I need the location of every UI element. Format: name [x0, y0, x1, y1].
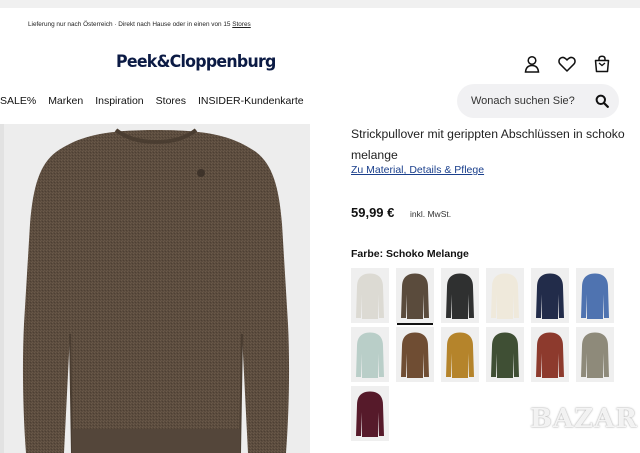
color-swatch[interactable]	[486, 268, 524, 323]
swatch-sweater-image	[401, 273, 429, 319]
swatch-sweater-image	[581, 332, 609, 378]
watermark-logo: BAZAR	[530, 404, 638, 434]
nav-item-marken[interactable]: Marken	[48, 95, 83, 107]
search-icon[interactable]	[595, 94, 609, 108]
nav-item-insider[interactable]: INSIDER-Kundenkarte	[198, 95, 304, 107]
swatch-sweater-image	[491, 273, 519, 319]
swatch-sweater-image	[356, 273, 384, 319]
stores-link[interactable]: Stores	[232, 21, 250, 28]
product-title: Strickpullover mit gerippten Abschlüssen…	[351, 127, 625, 162]
color-swatch[interactable]	[396, 268, 434, 325]
nav-item-sale[interactable]: SALE%	[0, 95, 36, 107]
sweater-image	[22, 128, 290, 453]
nav-item-stores[interactable]: Stores	[156, 95, 186, 107]
color-swatch[interactable]	[576, 268, 614, 323]
shipping-note: Lieferung nur nach Österreich · Direkt n…	[28, 21, 251, 28]
product-image[interactable]	[4, 124, 310, 453]
color-label: Farbe: Schoko Melange	[351, 248, 469, 260]
top-bar	[0, 0, 640, 8]
swatch-sweater-image	[356, 332, 384, 378]
color-swatch[interactable]	[351, 268, 389, 323]
vat-note: inkl. MwSt.	[410, 209, 452, 219]
color-swatch[interactable]	[396, 327, 434, 382]
price: 59,99 €	[351, 205, 395, 220]
color-swatch[interactable]	[531, 327, 569, 382]
color-swatch[interactable]	[351, 386, 389, 441]
swatch-sweater-image	[356, 391, 384, 437]
color-swatch[interactable]	[351, 327, 389, 382]
swatch-sweater-image	[446, 273, 474, 319]
main-nav: SALE% Marken Inspiration Stores INSIDER-…	[0, 95, 316, 107]
color-swatch[interactable]	[576, 327, 614, 382]
search-input[interactable]	[471, 95, 589, 107]
swatch-sweater-image	[581, 273, 609, 319]
search-box[interactable]	[457, 84, 619, 118]
color-swatch[interactable]	[441, 327, 479, 382]
user-icon[interactable]	[522, 54, 542, 74]
color-swatch[interactable]	[441, 268, 479, 323]
color-swatch[interactable]	[531, 268, 569, 323]
swatch-sweater-image	[491, 332, 519, 378]
header-icons	[522, 54, 612, 74]
swatch-sweater-image	[536, 273, 564, 319]
swatch-sweater-image	[446, 332, 474, 378]
brand-logo[interactable]: Peek&Cloppenburg	[116, 52, 276, 72]
nav-item-inspiration[interactable]: Inspiration	[95, 95, 143, 107]
color-swatch[interactable]	[486, 327, 524, 382]
bag-icon[interactable]	[592, 54, 612, 74]
swatch-sweater-image	[401, 332, 429, 378]
swatch-sweater-image	[536, 332, 564, 378]
heart-icon[interactable]	[557, 54, 577, 74]
details-link[interactable]: Zu Material, Details & Pflege	[351, 164, 484, 176]
